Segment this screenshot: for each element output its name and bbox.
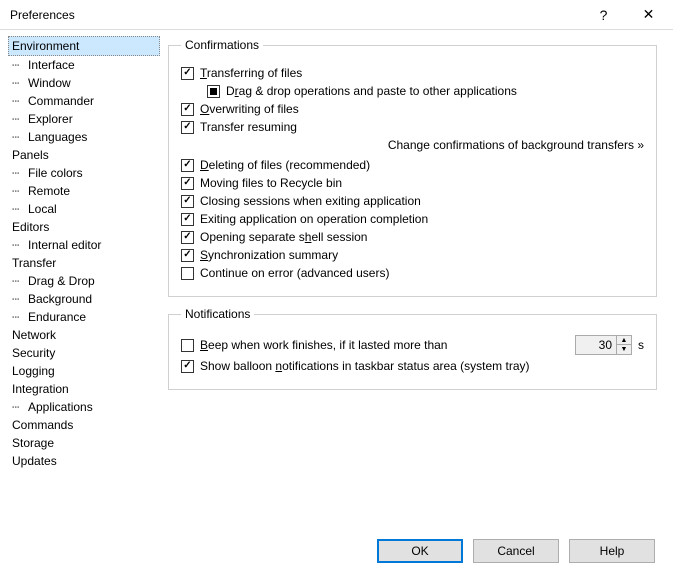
cancel-button[interactable]: Cancel [473, 539, 559, 563]
lbl-transferring: Transferring of files [200, 66, 302, 80]
cb-sync[interactable] [181, 249, 194, 262]
confirmations-legend: Confirmations [181, 38, 263, 52]
beep-seconds-input[interactable] [575, 335, 617, 355]
lbl-closing: Closing sessions when exiting applicatio… [200, 194, 421, 208]
lbl-opening: Opening separate shell session [200, 230, 367, 244]
cb-transferring[interactable] [181, 67, 194, 80]
lbl-moving: Moving files to Recycle bin [200, 176, 342, 190]
cb-resuming[interactable] [181, 121, 194, 134]
tree-logging[interactable]: Logging [8, 362, 160, 380]
beep-unit: s [638, 338, 644, 352]
cb-overwriting[interactable] [181, 103, 194, 116]
lbl-dragdrop: Drag & drop operations and paste to othe… [226, 84, 517, 98]
cb-opening[interactable] [181, 231, 194, 244]
cb-moving[interactable] [181, 177, 194, 190]
lbl-exiting: Exiting application on operation complet… [200, 212, 428, 226]
tree-commands[interactable]: Commands [8, 416, 160, 434]
tree-dragdrop[interactable]: ⋯Drag & Drop [8, 272, 160, 290]
ok-button[interactable]: OK [377, 539, 463, 563]
help-icon[interactable]: ? [581, 1, 626, 29]
cb-continue[interactable] [181, 267, 194, 280]
cb-deleting[interactable] [181, 159, 194, 172]
tree-integration[interactable]: Integration [8, 380, 160, 398]
lbl-deleting: Deleting of files (recommended) [200, 158, 370, 172]
cb-dragdrop[interactable] [207, 85, 220, 98]
nav-tree: Environment ⋯Interface ⋯Window ⋯Commande… [0, 30, 160, 527]
main-panel: Confirmations Transferring of files Drag… [160, 30, 673, 527]
tree-network[interactable]: Network [8, 326, 160, 344]
cb-closing[interactable] [181, 195, 194, 208]
tree-environment[interactable]: Environment [8, 36, 160, 56]
cb-balloon[interactable] [181, 360, 194, 373]
tree-panels[interactable]: Panels [8, 146, 160, 164]
tree-transfer[interactable]: Transfer [8, 254, 160, 272]
cb-exiting[interactable] [181, 213, 194, 226]
window-title: Preferences [10, 8, 581, 22]
tree-background[interactable]: ⋯Background [8, 290, 160, 308]
lbl-continue: Continue on error (advanced users) [200, 266, 389, 280]
notifications-legend: Notifications [181, 307, 254, 321]
tree-applications[interactable]: ⋯Applications [8, 398, 160, 416]
tree-commander[interactable]: ⋯Commander [8, 92, 160, 110]
tree-endurance[interactable]: ⋯Endurance [8, 308, 160, 326]
confirmations-group: Confirmations Transferring of files Drag… [168, 38, 657, 297]
tree-explorer[interactable]: ⋯Explorer [8, 110, 160, 128]
tree-remote[interactable]: ⋯Remote [8, 182, 160, 200]
close-icon[interactable]: ✕ [626, 1, 671, 29]
tree-filecolors[interactable]: ⋯File colors [8, 164, 160, 182]
tree-languages[interactable]: ⋯Languages [8, 128, 160, 146]
lbl-beep: Beep when work finishes, if it lasted mo… [200, 338, 447, 352]
tree-interface[interactable]: ⋯Interface [8, 56, 160, 74]
tree-internaleditor[interactable]: ⋯Internal editor [8, 236, 160, 254]
tree-local[interactable]: ⋯Local [8, 200, 160, 218]
lbl-overwriting: Overwriting of files [200, 102, 299, 116]
beep-spinner[interactable]: ▲▼ [617, 335, 632, 355]
notifications-group: Notifications Beep when work finishes, i… [168, 307, 657, 390]
chevron-up-icon[interactable]: ▲ [617, 336, 631, 345]
lbl-sync: Synchronization summary [200, 248, 338, 262]
dialog-buttons: OK Cancel Help [0, 529, 673, 581]
tree-editors[interactable]: Editors [8, 218, 160, 236]
cb-beep[interactable] [181, 339, 194, 352]
tree-security[interactable]: Security [8, 344, 160, 362]
tree-updates[interactable]: Updates [8, 452, 160, 470]
lbl-resuming: Transfer resuming [200, 120, 297, 134]
link-bg-transfers[interactable]: Change confirmations of background trans… [181, 138, 644, 152]
titlebar: Preferences ? ✕ [0, 0, 673, 30]
tree-window[interactable]: ⋯Window [8, 74, 160, 92]
help-button[interactable]: Help [569, 539, 655, 563]
chevron-down-icon[interactable]: ▼ [617, 345, 631, 354]
tree-storage[interactable]: Storage [8, 434, 160, 452]
lbl-balloon: Show balloon notifications in taskbar st… [200, 359, 530, 373]
